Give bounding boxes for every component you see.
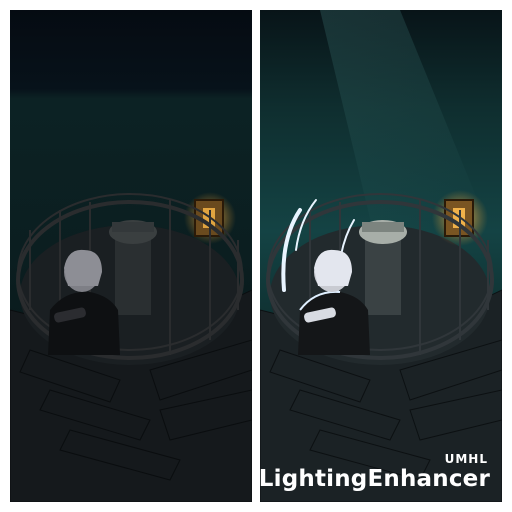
before-scene <box>10 10 252 502</box>
watermark: UMHL LightingEnhancer <box>260 452 490 492</box>
stone-pillar <box>109 220 157 315</box>
watermark-product: LightingEnhancer <box>260 466 490 492</box>
before-image-panel <box>10 10 252 502</box>
after-image-panel: UMHL LightingEnhancer <box>260 10 502 502</box>
stone-pillar <box>359 220 407 315</box>
watermark-brand: UMHL <box>444 452 488 466</box>
after-scene <box>260 10 502 502</box>
